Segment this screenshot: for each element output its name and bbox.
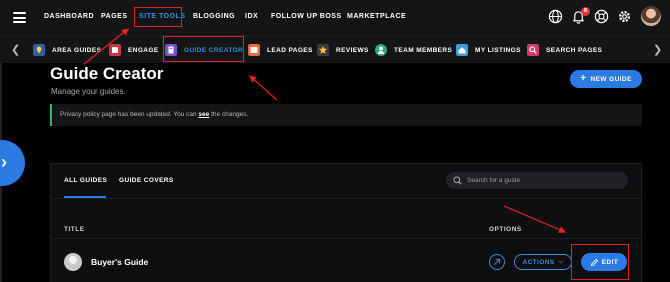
subnav-area-guides[interactable]: AREA GUIDES	[33, 42, 101, 58]
star-icon	[317, 44, 329, 56]
guide-title[interactable]: Buyer's Guide	[91, 257, 148, 267]
map-icon	[33, 44, 45, 56]
team-icon	[375, 44, 387, 56]
subnav-label: MY LISTINGS	[475, 46, 521, 54]
alert-text-after: the changes.	[209, 111, 249, 118]
alert-text-before: Privacy policy page has been updated. Yo…	[60, 111, 199, 118]
hamburger-menu-icon[interactable]	[13, 12, 26, 23]
actions-label: ACTIONS	[522, 258, 555, 266]
top-navigation: DASHBOARD PAGES SITE TOOLS BLOGGING IDX …	[0, 0, 670, 35]
actions-dropdown-button[interactable]: ACTIONS ⌵	[514, 254, 572, 270]
nav-follow-up-boss[interactable]: FOLLOW UP BOSS	[271, 13, 342, 20]
tabs-divider	[50, 198, 642, 199]
listing-icon	[456, 44, 468, 56]
column-header-options: OPTIONS	[489, 226, 522, 233]
sidebar-expand-button[interactable]: ›	[0, 140, 25, 186]
guide-search-input[interactable]: Search for a guide	[446, 172, 628, 189]
search-page-icon	[527, 44, 539, 56]
site-tools-subnav: ❮ AREA GUIDES ENGAGE GUIDE CREATOR LEAD …	[0, 35, 670, 63]
nav-dashboard[interactable]: DASHBOARD	[44, 13, 94, 20]
engage-icon	[109, 44, 121, 56]
subnav-label: AREA GUIDES	[52, 46, 102, 54]
tab-all-guides[interactable]: ALL GUIDES	[64, 177, 107, 184]
notification-badge: 8	[581, 7, 590, 16]
guide-avatar	[64, 253, 82, 271]
page-subtitle: Manage your guides.	[51, 87, 126, 96]
subnav-team-members[interactable]: TEAM MEMBERS	[375, 42, 452, 58]
nav-blogging[interactable]: BLOGGING	[193, 13, 235, 20]
plus-icon: +	[580, 73, 587, 84]
search-icon	[453, 176, 462, 185]
subnav-label: ENGAGE	[128, 46, 159, 54]
subnav-label: REVIEWS	[336, 46, 369, 54]
page-title: Guide Creator	[50, 64, 164, 83]
gear-icon[interactable]	[617, 9, 632, 24]
search-placeholder: Search for a guide	[467, 176, 521, 184]
nav-idx[interactable]: IDX	[245, 13, 258, 20]
chevron-left-icon[interactable]: ❮	[11, 45, 20, 56]
tab-guide-covers[interactable]: GUIDE COVERS	[119, 177, 174, 184]
globe-icon[interactable]	[548, 9, 563, 24]
subnav-label: TEAM MEMBERS	[394, 46, 453, 54]
help-icon[interactable]	[594, 9, 609, 24]
column-header-title: TITLE	[64, 226, 85, 233]
subnav-search-pages[interactable]: SEARCH PAGES	[527, 42, 602, 58]
new-guide-label: NEW GUIDE	[590, 75, 632, 83]
subnav-lead-pages[interactable]: LEAD PAGES	[248, 42, 313, 58]
subnav-my-listings[interactable]: MY LISTINGS	[456, 42, 521, 58]
chevron-right-icon[interactable]: ❯	[653, 45, 662, 56]
lead-page-icon	[248, 44, 260, 56]
subnav-reviews[interactable]: REVIEWS	[317, 42, 369, 58]
annotation-box-site-tools	[134, 7, 182, 27]
nav-pages[interactable]: PAGES	[101, 13, 128, 20]
chevron-right-icon: ›	[1, 152, 7, 172]
subnav-engage[interactable]: ENGAGE	[109, 42, 159, 58]
alert-banner: Privacy policy page has been updated. Yo…	[50, 104, 642, 126]
alert-see-link[interactable]: see	[198, 111, 209, 118]
open-external-icon[interactable]	[489, 254, 505, 270]
annotation-box-guide-creator	[163, 36, 244, 62]
user-avatar[interactable]	[641, 6, 661, 26]
subnav-label: SEARCH PAGES	[546, 46, 603, 54]
header-divider	[50, 238, 642, 239]
nav-marketplace[interactable]: MARKETPLACE	[347, 13, 406, 20]
subnav-label: LEAD PAGES	[267, 46, 313, 54]
alert-text: Privacy policy page has been updated. Yo…	[60, 111, 248, 118]
new-guide-button[interactable]: + NEW GUIDE	[570, 70, 642, 88]
chevron-down-icon: ⌵	[558, 258, 564, 265]
annotation-box-edit	[571, 244, 629, 280]
